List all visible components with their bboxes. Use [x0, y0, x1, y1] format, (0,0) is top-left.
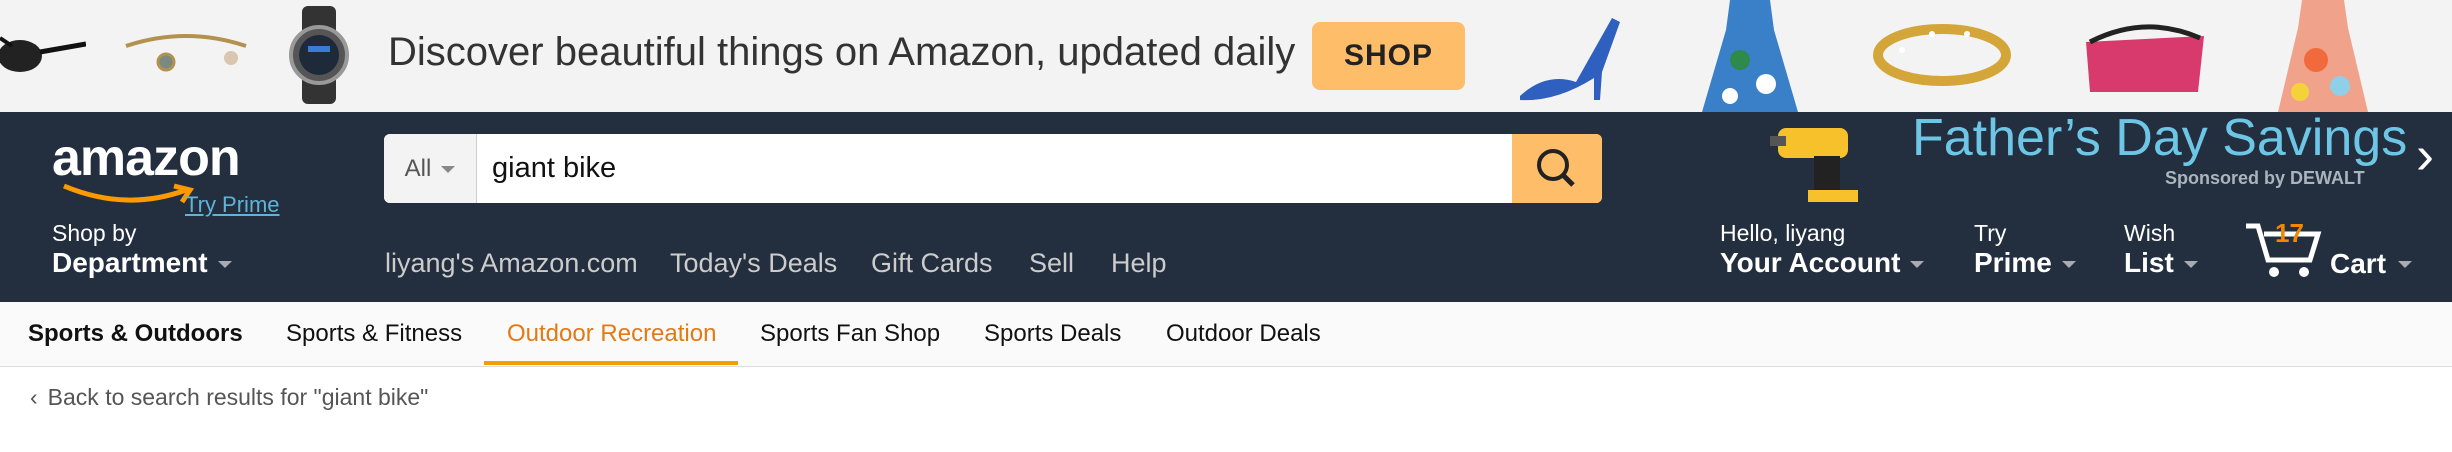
chevron-down-icon [441, 166, 456, 174]
chevron-down-icon [217, 261, 232, 269]
promo-banner[interactable]: Discover beautiful things on Amazon, upd… [0, 0, 2452, 112]
search-input[interactable] [492, 134, 1492, 203]
chevron-down-icon [2061, 261, 2076, 269]
ad-title: Father’s Day Savings [1912, 109, 2408, 167]
watch-image [289, 6, 349, 104]
nav-link-gift-cards[interactable]: Gift Cards [871, 248, 993, 279]
category-subnav: Sports & Outdoors Sports & Fitness Outdo… [0, 302, 2452, 367]
subnav-item-sports-deals[interactable]: Sports Deals [984, 320, 1121, 348]
subnav-item-outdoor-recreation[interactable]: Outdoor Recreation [507, 320, 716, 348]
nav-link-help[interactable]: Help [1111, 248, 1167, 279]
gold-bangle-image [1873, 24, 2011, 86]
subnav-item-sports-fan-shop[interactable]: Sports Fan Shop [760, 320, 940, 348]
subnav-item-sports-outdoors[interactable]: Sports & Outdoors [28, 320, 243, 348]
account-greeting: Hello, liyang [1720, 220, 1846, 246]
shop-by-department[interactable]: Shop by Department [52, 220, 232, 279]
nav-link-todays-deals[interactable]: Today's Deals [670, 248, 837, 279]
ad-sponsor: Sponsored by DEWALT [2165, 168, 2365, 188]
promo-text: Discover beautiful things on Amazon, upd… [388, 30, 1296, 74]
fathers-day-ad[interactable]: Father’s Day Savings Sponsored by DEWALT… [1770, 109, 2452, 202]
search-icon [1537, 149, 1575, 187]
amazon-logo[interactable]: amazon Try Prime [52, 129, 280, 217]
shop-button[interactable]: SHOP [1312, 22, 1465, 90]
cart-count: 17 [2275, 218, 2304, 248]
nav-link-sell[interactable]: Sell [1029, 248, 1074, 279]
main-nav: amazon Try Prime All Father’s Day Saving… [0, 109, 2452, 302]
chevron-down-icon [2183, 261, 2198, 269]
department-label: Department [52, 247, 208, 278]
prime-menu[interactable]: Try Prime [1974, 220, 2076, 279]
search-category-label: All [404, 155, 432, 182]
chevron-down-icon [1910, 261, 1925, 269]
subnav-item-outdoor-deals[interactable]: Outdoor Deals [1166, 320, 1321, 348]
bracelet-image [125, 34, 247, 72]
search-category-select[interactable]: All [384, 134, 477, 203]
cart-label: Cart [2330, 248, 2387, 279]
active-tab-underline [484, 361, 738, 365]
prime-label: Prime [1974, 247, 2052, 278]
subnav-item-sports-fitness[interactable]: Sports & Fitness [286, 320, 462, 348]
dress-image [1702, 0, 1798, 112]
shop-by-label: Shop by [52, 220, 137, 246]
print-dress-image [2278, 0, 2368, 112]
try-prime-link[interactable]: Try Prime [185, 192, 280, 218]
back-link-text: Back to search results for "giant bike" [47, 384, 429, 410]
wish-list-menu[interactable]: Wish List [2124, 220, 2198, 279]
smile-icon [63, 183, 195, 204]
drill-image [1770, 128, 1858, 202]
wish-label: Wish [2124, 220, 2176, 246]
chevron-down-icon [2398, 261, 2412, 268]
clutch-bag-image [2086, 24, 2204, 92]
chevron-right-icon[interactable]: › [2416, 124, 2434, 186]
account-menu[interactable]: Hello, liyang Your Account [1720, 220, 1925, 279]
search-button[interactable] [1512, 134, 1602, 203]
heel-shoe-image [1520, 18, 1620, 101]
back-to-results-link[interactable]: ‹ Back to search results for "giant bike" [30, 384, 428, 411]
nav-link-your-amazon[interactable]: liyang's Amazon.com [385, 248, 638, 279]
list-label: List [2124, 247, 2174, 278]
chevron-left-icon: ‹ [30, 384, 38, 410]
account-label: Your Account [1720, 247, 1901, 278]
prime-try-label: Try [1974, 220, 2007, 246]
sunglasses-image [0, 36, 86, 72]
search-bar: All [384, 134, 1602, 203]
logo-text: amazon [52, 129, 241, 187]
